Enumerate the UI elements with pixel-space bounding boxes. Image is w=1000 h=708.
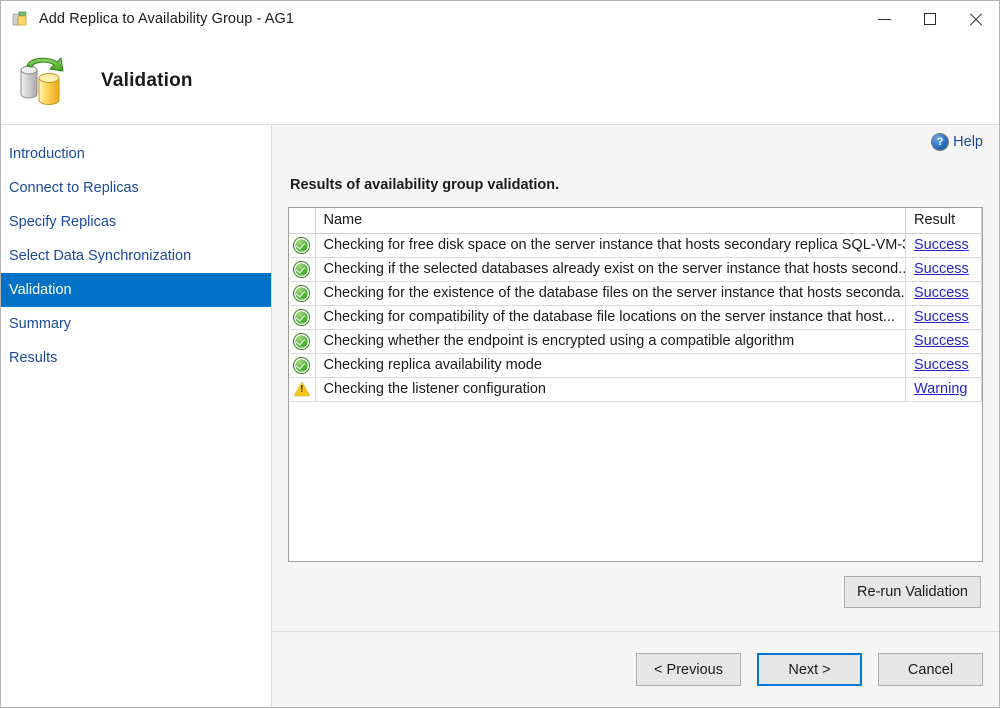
success-icon (294, 262, 309, 277)
results-caption: Results of availability group validation… (290, 177, 983, 193)
row-status-cell (289, 233, 315, 257)
table-row[interactable]: Checking for compatibility of the databa… (289, 305, 982, 329)
result-link[interactable]: Success (914, 333, 969, 349)
content-pane: ? Help Results of availability group val… (272, 125, 999, 707)
success-icon (294, 334, 309, 349)
result-link[interactable]: Success (914, 285, 969, 301)
column-header-status[interactable] (289, 208, 315, 233)
window-controls (861, 1, 999, 37)
result-link[interactable]: Success (914, 237, 969, 253)
sidebar-item-introduction[interactable]: Introduction (1, 137, 271, 171)
replica-sync-icon (15, 52, 77, 110)
window-title: Add Replica to Availability Group - AG1 (39, 11, 294, 27)
row-name-cell: Checking for compatibility of the databa… (315, 305, 906, 329)
previous-button[interactable]: < Previous (636, 653, 741, 686)
result-link[interactable]: Success (914, 357, 969, 373)
body-area: Introduction Connect to Replicas Specify… (1, 125, 999, 707)
content-inner: Results of availability group validation… (272, 159, 999, 631)
close-button[interactable] (953, 1, 999, 37)
success-icon (294, 358, 309, 373)
result-link[interactable]: Success (914, 261, 969, 277)
table-row[interactable]: Checking the listener configuration Warn… (289, 377, 982, 401)
row-status-cell (289, 281, 315, 305)
sidebar-item-summary[interactable]: Summary (1, 307, 271, 341)
row-result-cell: Success (906, 233, 982, 257)
table-row[interactable]: Checking for free disk space on the serv… (289, 233, 982, 257)
row-status-cell (289, 305, 315, 329)
minimize-button[interactable] (861, 1, 907, 37)
validation-table-body: Checking for free disk space on the serv… (289, 233, 982, 401)
row-result-cell: Success (906, 281, 982, 305)
warning-icon (294, 382, 310, 396)
wizard-footer: < Previous Next > Cancel (272, 631, 999, 707)
column-header-result[interactable]: Result (906, 208, 982, 233)
sidebar-item-validation[interactable]: Validation (1, 273, 271, 307)
page-banner: Validation (1, 37, 999, 125)
rerun-row: Re-run Validation (288, 562, 983, 624)
row-result-cell: Success (906, 305, 982, 329)
row-name-cell: Checking replica availability mode (315, 353, 906, 377)
success-icon (294, 238, 309, 253)
wizard-steps-sidebar: Introduction Connect to Replicas Specify… (1, 125, 272, 707)
row-result-cell: Warning (906, 377, 982, 401)
maximize-button[interactable] (907, 1, 953, 37)
row-name-cell: Checking whether the endpoint is encrypt… (315, 329, 906, 353)
row-name-cell: Checking for free disk space on the serv… (315, 233, 906, 257)
row-result-cell: Success (906, 353, 982, 377)
page-title: Validation (101, 70, 193, 92)
sidebar-item-specify-replicas[interactable]: Specify Replicas (1, 205, 271, 239)
table-row[interactable]: Checking for the existence of the databa… (289, 281, 982, 305)
validation-table: Name Result Checking for free disk space… (289, 208, 982, 402)
row-name-cell: Checking the listener configuration (315, 377, 906, 401)
table-row[interactable]: Checking if the selected databases alrea… (289, 257, 982, 281)
sidebar-item-select-data-synchronization[interactable]: Select Data Synchronization (1, 239, 271, 273)
maximize-icon (924, 13, 936, 25)
column-header-name[interactable]: Name (315, 208, 906, 233)
success-icon (294, 286, 309, 301)
next-button[interactable]: Next > (757, 653, 862, 686)
row-status-cell (289, 353, 315, 377)
result-link[interactable]: Success (914, 309, 969, 325)
help-link[interactable]: ? Help (932, 134, 983, 150)
cancel-button[interactable]: Cancel (878, 653, 983, 686)
validation-results-grid[interactable]: Name Result Checking for free disk space… (288, 207, 983, 562)
help-label: Help (953, 134, 983, 150)
row-status-cell (289, 377, 315, 401)
table-header-row: Name Result (289, 208, 982, 233)
row-result-cell: Success (906, 257, 982, 281)
row-status-cell (289, 329, 315, 353)
row-name-cell: Checking if the selected databases alrea… (315, 257, 906, 281)
table-row[interactable]: Checking whether the endpoint is encrypt… (289, 329, 982, 353)
help-icon: ? (932, 134, 948, 150)
row-result-cell: Success (906, 329, 982, 353)
re-run-validation-button[interactable]: Re-run Validation (844, 576, 981, 608)
minimize-icon (878, 19, 891, 20)
row-name-cell: Checking for the existence of the databa… (315, 281, 906, 305)
row-status-cell (289, 257, 315, 281)
availability-group-icon (11, 9, 31, 29)
title-bar: Add Replica to Availability Group - AG1 (1, 1, 999, 37)
success-icon (294, 310, 309, 325)
close-icon (968, 11, 984, 27)
help-row: ? Help (272, 125, 999, 159)
table-row[interactable]: Checking replica availability mode Succe… (289, 353, 982, 377)
wizard-window: Add Replica to Availability Group - AG1 (0, 0, 1000, 708)
result-link[interactable]: Warning (914, 381, 967, 397)
sidebar-item-connect-to-replicas[interactable]: Connect to Replicas (1, 171, 271, 205)
sidebar-item-results[interactable]: Results (1, 341, 271, 375)
